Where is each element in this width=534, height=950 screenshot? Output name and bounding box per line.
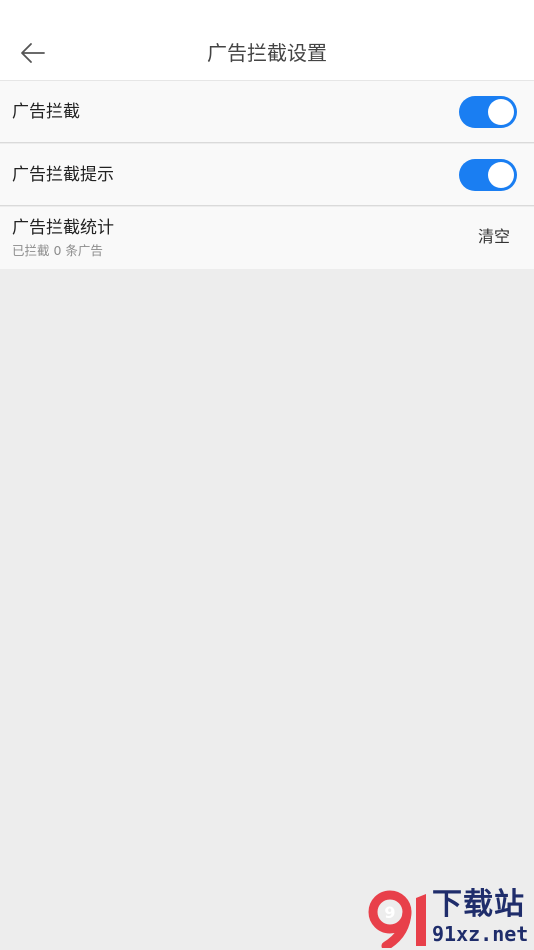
watermark-url: 91xz.net [432,922,529,946]
setting-row-ad-block: 广告拦截 [0,81,534,143]
ad-block-count-text: 已拦截 0 条广告 [12,243,103,258]
toggle-knob [488,162,514,188]
site-logo-icon: 9 [368,890,426,948]
setting-row-ad-block-stats: 广告拦截统计 已拦截 0 条广告 清空 [0,207,534,269]
watermark-title: 下载站 [432,887,525,922]
ad-block-stats-label: 广告拦截统计 [12,218,114,238]
clear-button[interactable]: 清空 [470,225,518,249]
setting-row-ad-block-tip: 广告拦截提示 [0,144,534,206]
top-bar: 广告拦截设置 [0,0,534,81]
ad-block-toggle[interactable] [459,96,517,128]
ad-block-tip-label: 广告拦截提示 [12,165,114,185]
toggle-knob [488,99,514,125]
ad-block-tip-toggle[interactable] [459,159,517,191]
ad-block-label: 广告拦截 [12,102,80,122]
watermark: 9 下载站 91xz.net [366,886,534,950]
logo-digit: 9 [384,903,395,922]
page-title: 广告拦截设置 [207,41,327,65]
